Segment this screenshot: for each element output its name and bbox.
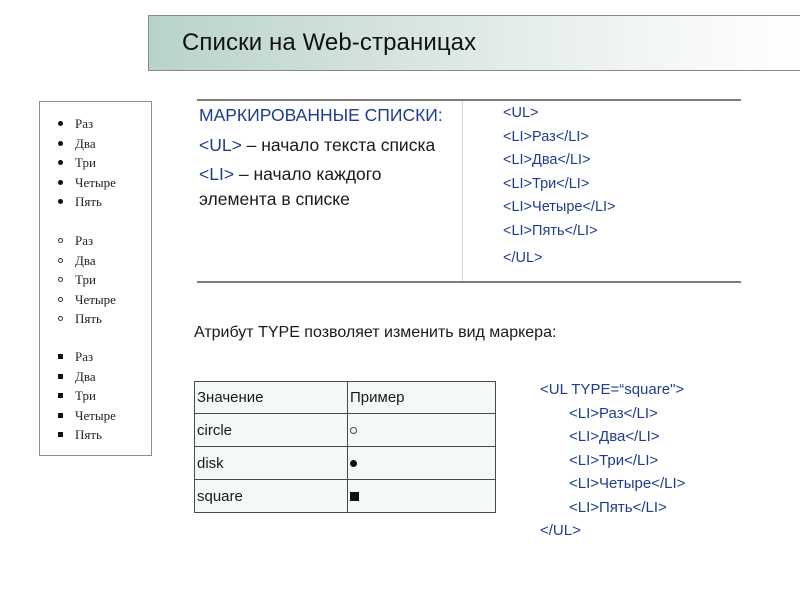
cell-example	[347, 479, 496, 513]
bulleted-lists-table: МАРКИРОВАННЫЕ СПИСКИ: <UL> – начало текс…	[197, 99, 741, 283]
circle-bullet-icon	[55, 275, 65, 285]
section-heading: МАРКИРОВАННЫЕ СПИСКИ:	[199, 105, 443, 125]
list-item: Четыре	[55, 173, 116, 193]
square-type-code-example: <UL TYPE=“square"> <LI>Раз</LI> <LI>Два<…	[540, 378, 685, 543]
circle-marker-icon	[350, 427, 357, 435]
disc-list: Раз Два Три Четыре Пять	[55, 114, 116, 212]
cell-value: circle	[194, 413, 348, 447]
header-example: Пример	[347, 381, 496, 414]
square-list: Раз Два Три Четыре Пять	[55, 347, 116, 445]
ul-tag: <UL>	[199, 134, 242, 155]
circle-list: Раз Два Три Четыре Пять	[55, 231, 116, 329]
list-item: Два	[55, 134, 116, 154]
disc-bullet-icon	[55, 197, 65, 207]
list-item: Раз	[55, 114, 116, 134]
li-tag: <LI>	[199, 164, 235, 184]
li-description: <LI> – начало каждого элемента в списке	[199, 164, 382, 209]
code-column: <UL> <LI>Раз</LI> <LI>Два</LI> <LI>Три</…	[503, 102, 616, 271]
list-item: Раз	[55, 231, 116, 251]
code-line: <LI>Раз</LI>	[569, 404, 658, 422]
list-item: Три	[55, 153, 116, 173]
list-item: Пять	[55, 425, 116, 445]
list-item: Пять	[55, 309, 116, 329]
code-line: <LI>Два</LI>	[503, 152, 591, 168]
cell-example	[347, 413, 496, 447]
code-line: <LI>Два</LI>	[569, 428, 660, 445]
code-line: </UL>	[503, 250, 543, 266]
code-line: <LI>Три</LI>	[503, 175, 590, 192]
code-line: <LI>Четыре</LI>	[569, 475, 686, 492]
disc-bullet-icon	[55, 138, 65, 148]
disc-marker-icon	[350, 460, 357, 468]
disc-bullet-icon	[55, 177, 65, 187]
code-line: <LI>Четыре</LI>	[503, 199, 616, 215]
table-row: circle	[194, 413, 496, 447]
description-column: МАРКИРОВАННЫЕ СПИСКИ: <UL> – начало текс…	[199, 103, 454, 216]
table-row: square	[194, 479, 496, 513]
circle-bullet-icon	[55, 255, 65, 265]
disc-bullet-icon	[55, 158, 65, 168]
cell-value: disk	[194, 446, 348, 480]
list-item: Раз	[55, 347, 116, 367]
code-open-tag: <UL TYPE=“square">	[540, 381, 685, 398]
list-item: Два	[55, 367, 116, 387]
list-item: Четыре	[55, 290, 116, 310]
circle-bullet-icon	[55, 236, 65, 246]
type-values-table: Значение Пример circle disk square	[194, 381, 496, 513]
code-line: <LI>Три</LI>	[569, 451, 659, 469]
circle-bullet-icon	[55, 294, 65, 304]
list-item: Пять	[55, 192, 116, 212]
slide-title: Списки на Web-страницах	[182, 29, 477, 56]
cell-value: square	[194, 479, 348, 513]
slide-title-bar: Списки на Web-страницах	[148, 15, 800, 71]
list-item: Три	[55, 386, 116, 406]
list-item: Два	[55, 251, 116, 271]
code-line: <LI>Пять</LI>	[503, 222, 598, 239]
cell-example	[347, 446, 496, 480]
circle-bullet-icon	[55, 314, 65, 324]
ul-description: <UL> – начало текста списка	[199, 134, 436, 155]
attribute-description: Атрибут TYPE позволяет изменить вид марк…	[194, 324, 557, 341]
square-bullet-icon	[55, 371, 65, 381]
square-bullet-icon	[55, 352, 65, 362]
disc-bullet-icon	[55, 119, 65, 129]
square-bullet-icon	[55, 430, 65, 440]
code-line: <LI>Раз</LI>	[503, 128, 589, 145]
square-marker-icon	[350, 492, 359, 502]
code-close-tag: </UL>	[540, 522, 581, 539]
list-item: Три	[55, 270, 116, 290]
browser-render-sample: Раз Два Три Четыре Пять Раз Два Три Четы…	[39, 101, 152, 456]
table-header-row: Значение Пример	[194, 381, 496, 414]
table-row: disk	[194, 446, 496, 480]
square-bullet-icon	[55, 410, 65, 420]
code-line: <UL>	[503, 105, 539, 121]
column-divider	[462, 101, 463, 281]
square-bullet-icon	[55, 391, 65, 401]
list-item: Четыре	[55, 406, 116, 426]
code-line: <LI>Пять</LI>	[569, 498, 667, 516]
header-value: Значение	[194, 381, 348, 414]
